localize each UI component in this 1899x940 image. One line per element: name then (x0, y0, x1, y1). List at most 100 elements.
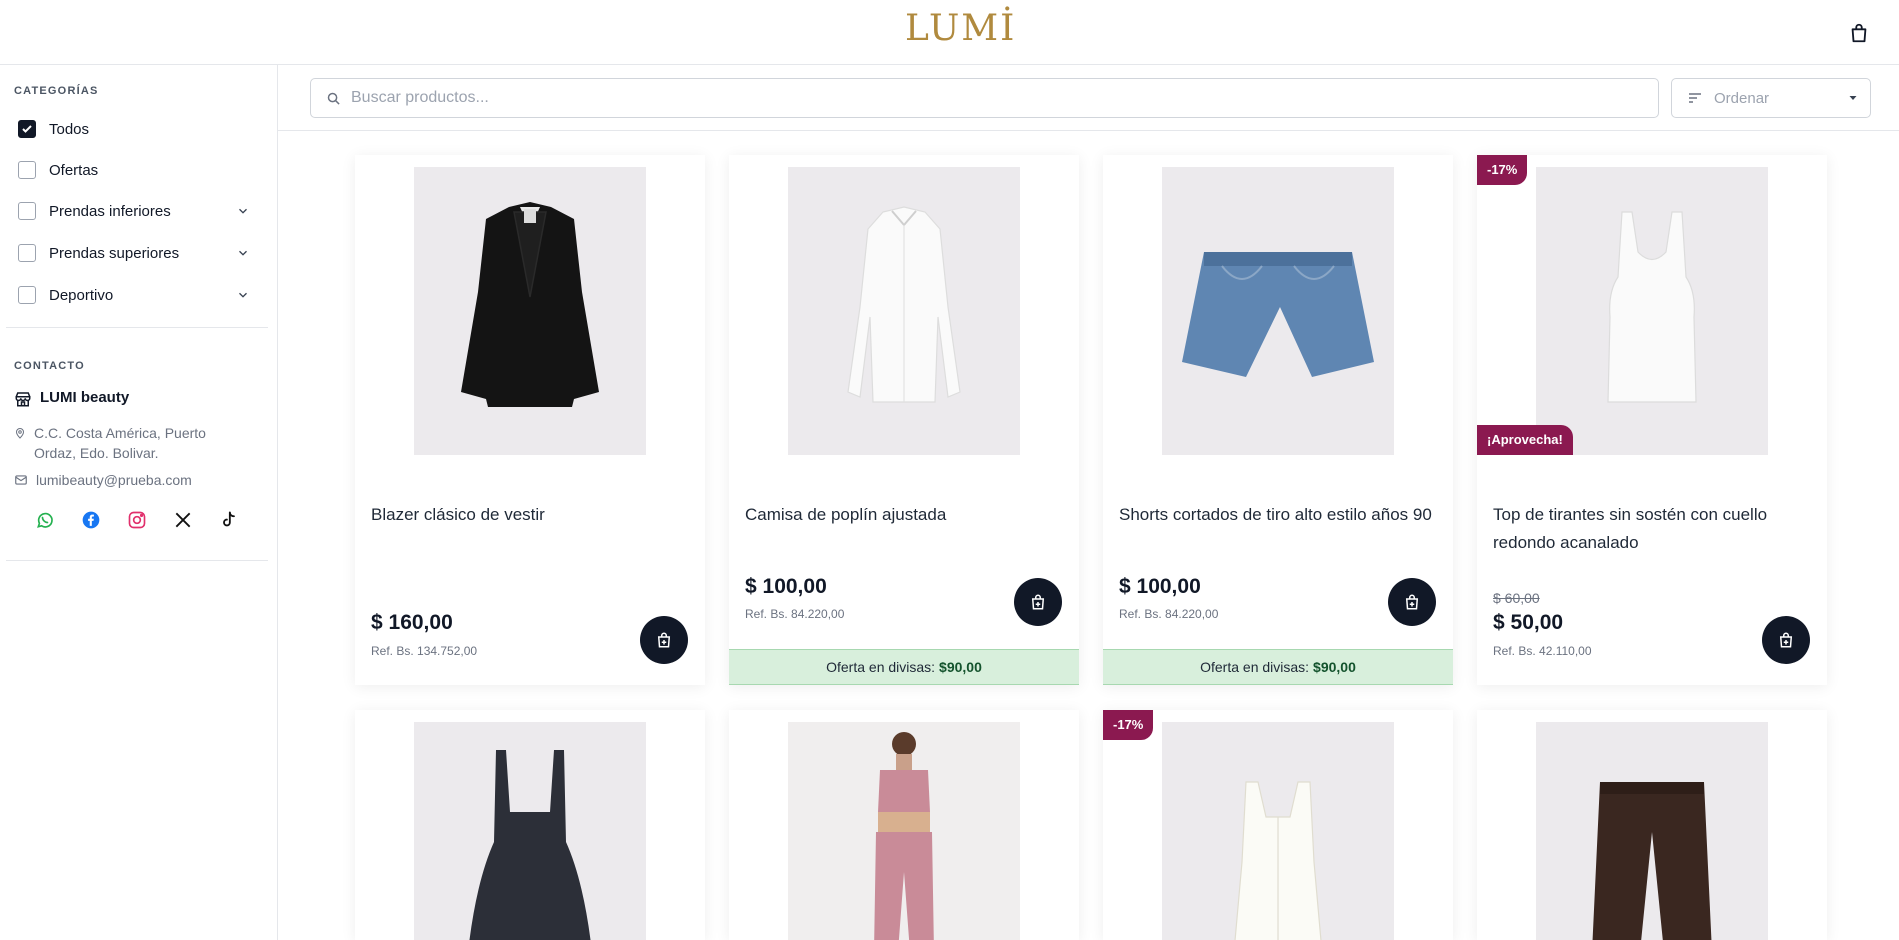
product-name[interactable]: Shorts cortados de tiro alto estilo años… (1119, 501, 1437, 529)
category-deportivo[interactable]: Deportivo (18, 283, 250, 307)
add-to-cart-button[interactable] (1014, 578, 1062, 626)
add-to-cart-button[interactable] (1388, 578, 1436, 626)
product-price: $ 100,00 (745, 575, 827, 598)
facebook-icon[interactable] (80, 509, 102, 531)
product-card[interactable]: -17% (1103, 710, 1453, 940)
product-ref-price: Ref. Bs. 42.110,00 (1493, 644, 1592, 658)
address-line-2: Ordaz, Edo. Bolivar. (34, 445, 159, 461)
add-to-bag-icon (1779, 632, 1793, 648)
checkbox[interactable] (18, 244, 36, 262)
blazer-image (461, 202, 599, 407)
discount-badge: -17% (1103, 710, 1154, 740)
product-ref-price: Ref. Bs. 84.220,00 (745, 607, 845, 621)
address-row: C.C. Costa América, Puerto Ordaz, Edo. B… (14, 423, 206, 463)
category-prendas-inferiores[interactable]: Prendas inferiores (18, 199, 250, 223)
divider (6, 560, 268, 561)
activewear-image (874, 732, 934, 940)
product-old-price: $ 60,00 (1493, 590, 1540, 606)
product-name[interactable]: Camisa de poplín ajustada (745, 501, 1063, 529)
foreign-currency-offer: Oferta en divisas: $90,00 (1103, 649, 1453, 685)
product-image[interactable] (788, 722, 1020, 940)
category-label: Prendas inferiores (49, 202, 171, 220)
product-image[interactable] (1162, 722, 1394, 940)
location-pin-icon (15, 428, 25, 439)
email-row[interactable]: lumibeauty@prueba.com (14, 470, 192, 490)
instagram-icon[interactable] (126, 509, 148, 531)
sort-dropdown[interactable]: Ordenar (1671, 78, 1871, 118)
category-label: Ofertas (49, 161, 99, 179)
categories-heading: CATEGORÍAS (14, 85, 99, 97)
search-box (310, 78, 1659, 118)
product-card[interactable] (729, 710, 1079, 940)
chevron-down-icon[interactable] (236, 246, 250, 260)
x-icon[interactable] (172, 509, 194, 531)
add-to-cart-button[interactable] (640, 616, 688, 664)
social-links (34, 509, 240, 531)
offer-value: $90,00 (939, 659, 982, 675)
product-image[interactable] (788, 167, 1020, 455)
business-name: LUMI beauty (40, 389, 130, 406)
product-image[interactable] (414, 167, 646, 455)
product-name[interactable]: Blazer clásico de vestir (371, 501, 689, 529)
product-card[interactable]: Blazer clásico de vestir $ 160,00 Ref. B… (355, 155, 705, 685)
product-image[interactable] (414, 722, 646, 940)
tank-top-image (1607, 211, 1697, 403)
category-todos[interactable]: Todos (18, 117, 250, 141)
product-card[interactable] (355, 710, 705, 940)
product-card[interactable]: Shorts cortados de tiro alto estilo años… (1103, 155, 1453, 685)
caret-down-icon (1849, 96, 1857, 100)
product-price: $ 100,00 (1119, 575, 1201, 598)
email-link[interactable]: lumibeauty@prueba.com (36, 470, 192, 490)
mail-icon (15, 475, 27, 485)
product-card[interactable]: Camisa de poplín ajustada $ 100,00 Ref. … (729, 155, 1079, 685)
shopping-bag-icon (1851, 23, 1867, 43)
category-ofertas[interactable]: Ofertas (18, 158, 250, 182)
offer-label: Oferta en divisas: (1200, 659, 1310, 675)
business-row: LUMI beauty (14, 389, 129, 408)
cart-button[interactable] (1844, 18, 1874, 48)
checkbox[interactable] (18, 286, 36, 304)
contact-heading: CONTACTO (14, 360, 85, 372)
foreign-currency-offer: Oferta en divisas: $90,00 (729, 649, 1079, 685)
check-icon (22, 125, 32, 133)
chevron-down-icon[interactable] (236, 288, 250, 302)
product-image[interactable] (1162, 167, 1394, 455)
product-card[interactable]: -17% ¡Aprovecha! Top de tirantes sin sos… (1477, 155, 1827, 685)
product-image[interactable] (1536, 167, 1768, 455)
product-ref-price: Ref. Bs. 134.752,00 (371, 644, 478, 658)
checkbox-checked[interactable] (18, 120, 36, 138)
sort-label: Ordenar (1714, 89, 1770, 107)
product-price: $ 160,00 (371, 611, 453, 634)
pants-image (1592, 782, 1712, 940)
tiktok-icon[interactable] (218, 509, 240, 531)
category-prendas-superiores[interactable]: Prendas superiores (18, 241, 250, 265)
offer-value: $90,00 (1313, 659, 1356, 675)
add-to-cart-button[interactable] (1762, 616, 1810, 664)
brand-logo[interactable]: LUMİ (905, 8, 1016, 49)
product-image[interactable] (1536, 722, 1768, 940)
product-price: $ 50,00 (1493, 611, 1564, 634)
discount-badge: -17% (1477, 155, 1528, 185)
offer-label: Oferta en divisas: (826, 659, 936, 675)
chevron-down-icon[interactable] (236, 204, 250, 218)
product-card[interactable] (1477, 710, 1827, 940)
address-line-1: C.C. Costa América, Puerto (34, 425, 206, 441)
dress-image (469, 750, 591, 940)
product-name[interactable]: Top de tirantes sin sostén con cuello re… (1493, 501, 1811, 557)
divider (6, 327, 268, 328)
whatsapp-icon[interactable] (34, 509, 56, 531)
category-label: Prendas superiores (49, 244, 180, 262)
add-to-bag-icon (657, 632, 671, 648)
divider (278, 130, 1899, 131)
promo-badge: ¡Aprovecha! (1477, 425, 1573, 455)
sidebar: CATEGORÍAS Todos Ofertas Prendas inferio… (0, 65, 278, 940)
add-to-bag-icon (1031, 594, 1045, 610)
checkbox[interactable] (18, 202, 36, 220)
white-dress-image (1234, 781, 1322, 940)
checkbox[interactable] (18, 161, 36, 179)
shirt-image (847, 206, 961, 403)
sort-lines-icon (1689, 93, 1701, 103)
store-icon (15, 392, 31, 407)
add-to-bag-icon (1405, 594, 1419, 610)
search-input[interactable] (351, 79, 1641, 117)
